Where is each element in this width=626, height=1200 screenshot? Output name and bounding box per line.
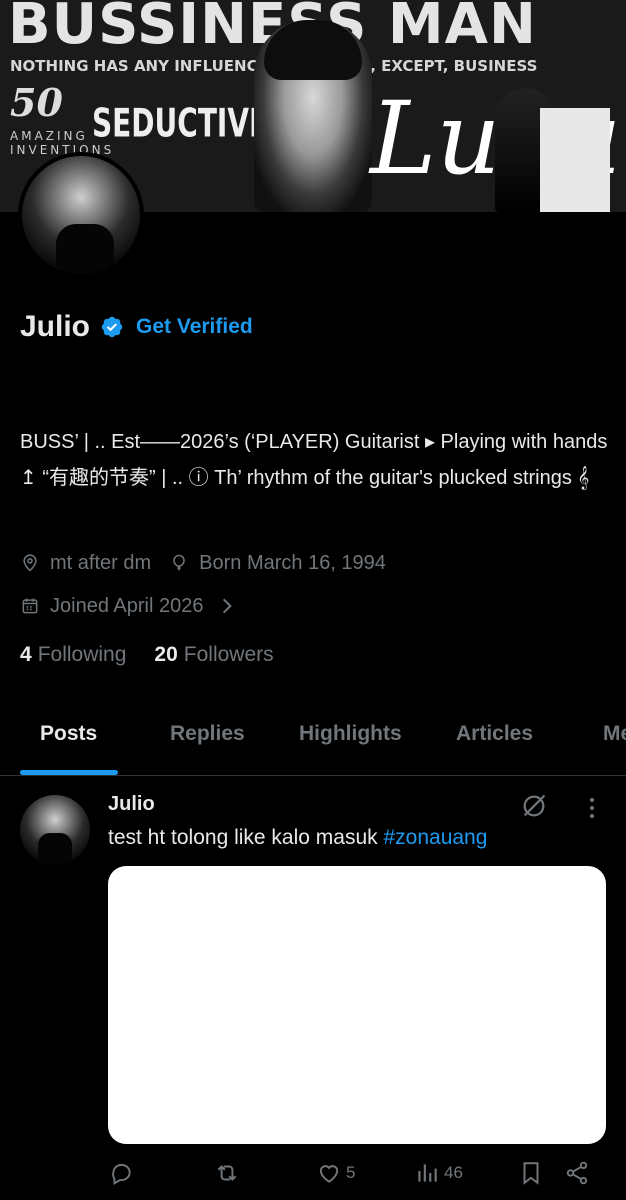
profile-joined[interactable]: Joined April 2026 — [20, 595, 247, 618]
like-button[interactable]: 5 — [316, 1160, 355, 1186]
active-tab-indicator — [20, 770, 118, 775]
reply-icon — [112, 1163, 131, 1186]
post-media[interactable] — [108, 866, 606, 1144]
joined-text: Joined April 2026 — [50, 594, 204, 617]
views-icon — [418, 1164, 437, 1182]
location-text: mt after dm — [50, 551, 152, 574]
profile-bio: BUSS’ | .. Est——2026’s (‘PLAYER) Guitari… — [20, 431, 608, 489]
tab-replies[interactable]: Replies — [170, 722, 245, 746]
chevron-right-icon — [223, 598, 233, 614]
post-hashtag[interactable]: #zonauang — [383, 826, 487, 849]
followers-count: 20 — [154, 643, 178, 666]
location-pin-icon — [23, 554, 37, 572]
following-label: Following — [37, 643, 127, 666]
profile-meta: mt after dm Born March 16, 1994 Joined A… — [20, 548, 404, 634]
share-button[interactable] — [564, 1160, 590, 1186]
views-button[interactable]: 46 — [414, 1160, 463, 1186]
post-author-avatar[interactable] — [20, 795, 90, 865]
repost-button[interactable] — [214, 1160, 240, 1186]
post-text: test ht tolong like kalo masuk #zonauang — [108, 826, 487, 850]
banner-mid-text: SEDUCTIVE — [92, 100, 269, 147]
share-icon — [566, 1161, 588, 1185]
post-author-name[interactable]: Julio — [108, 793, 155, 816]
get-verified-link[interactable]: Get Verified — [136, 315, 253, 339]
bookmark-icon — [523, 1162, 539, 1185]
like-icon — [319, 1165, 339, 1183]
tab-highlights[interactable]: Highlights — [299, 722, 402, 746]
calendar-icon — [22, 598, 38, 614]
views-count: 46 — [444, 1163, 463, 1182]
post-body: test ht tolong like kalo masuk — [108, 826, 384, 849]
followers-label: Followers — [183, 643, 274, 666]
verified-badge-icon[interactable] — [100, 315, 124, 339]
follow-counts: 4 Following 20 Followers — [20, 643, 302, 667]
following-count: 4 — [20, 643, 32, 666]
repost-icon — [217, 1165, 237, 1181]
followers-link[interactable]: 20 Followers — [154, 643, 273, 667]
following-link[interactable]: 4 Following — [20, 643, 126, 667]
profile-name: Julio — [20, 310, 91, 343]
grok-icon[interactable] — [520, 792, 548, 820]
more-vertical-icon[interactable] — [582, 796, 602, 820]
tab-media[interactable]: Media — [603, 722, 626, 746]
balloon-icon — [173, 554, 185, 571]
profile-tabs: Posts Replies Highlights Articles Media — [0, 704, 626, 776]
banner-portrait — [254, 20, 372, 212]
born-text: Born March 16, 1994 — [199, 551, 386, 574]
post-actions: 5 46 — [108, 1160, 608, 1192]
bookmark-button[interactable] — [518, 1160, 544, 1186]
profile-avatar[interactable] — [18, 152, 144, 278]
tab-posts[interactable]: Posts — [40, 722, 97, 746]
profile-birthday: Born March 16, 1994 — [169, 552, 386, 575]
banner-panel — [540, 108, 610, 212]
like-count: 5 — [346, 1163, 356, 1182]
profile-location: mt after dm — [20, 552, 151, 575]
tab-articles[interactable]: Articles — [456, 722, 533, 746]
profile-name-row: Julio Get Verified — [20, 310, 253, 344]
reply-button[interactable] — [108, 1160, 134, 1186]
